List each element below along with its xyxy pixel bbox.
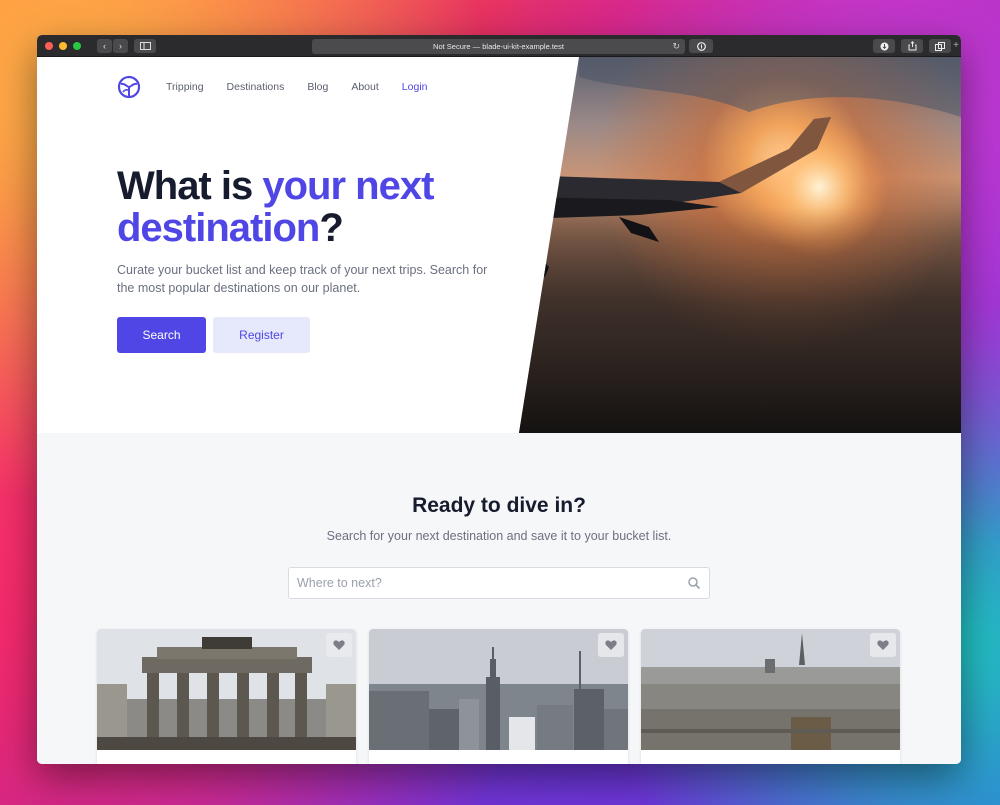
browser-titlebar: ‹ › Not Secure — blade-ui-kit-example.te…	[37, 35, 961, 57]
maximize-window-button[interactable]	[73, 41, 81, 50]
nav-link-blog[interactable]: Blog	[307, 81, 328, 93]
search-button[interactable]: Search	[117, 317, 206, 353]
back-button[interactable]: ‹	[97, 38, 112, 53]
close-window-button[interactable]	[45, 41, 53, 50]
section-subtitle: Search for your next destination and sav…	[326, 529, 672, 543]
download-icon	[880, 42, 888, 50]
dive-in-section: Ready to dive in? Search for your next d…	[37, 433, 961, 764]
downloads-button[interactable]	[873, 39, 895, 53]
heart-icon	[333, 640, 345, 650]
heart-icon	[605, 640, 617, 650]
destination-card[interactable]	[97, 629, 356, 764]
tabs-overview-button[interactable]	[929, 39, 951, 53]
history-buttons: ‹ ›	[97, 38, 128, 53]
new-york-skyline-illustration	[369, 629, 628, 750]
new-tab-button[interactable]: +	[951, 39, 961, 53]
browser-window: ‹ › Not Secure — blade-ui-kit-example.te…	[37, 35, 961, 764]
new-york-skyline-photo	[369, 629, 628, 750]
share-icon	[908, 41, 916, 51]
search-icon[interactable]	[687, 576, 701, 590]
hero-headline: What is your next destination?	[117, 165, 517, 249]
forward-button[interactable]: ›	[113, 38, 128, 53]
sidebar-icon	[139, 41, 151, 50]
hero-subtext: Curate your bucket list and keep track o…	[117, 263, 488, 295]
destination-cards	[97, 629, 900, 764]
section-title: Ready to dive in?	[412, 494, 586, 517]
destination-search-input[interactable]	[289, 568, 687, 598]
extension-icon	[696, 41, 706, 51]
brand-logo-icon[interactable]	[117, 75, 141, 99]
favorite-button[interactable]	[326, 633, 352, 657]
paris-skyline-illustration	[641, 629, 900, 750]
nav-link-destinations[interactable]: Destinations	[227, 81, 285, 93]
destination-card[interactable]	[369, 629, 628, 764]
heart-icon	[877, 640, 889, 650]
address-bar[interactable]: Not Secure — blade-ui-kit-example.test ↻	[312, 39, 685, 54]
web-page: Tripping Destinations Blog About Login W…	[37, 57, 961, 764]
reload-icon[interactable]: ↻	[672, 41, 680, 52]
nav-link-about[interactable]: About	[351, 81, 378, 93]
favorite-button[interactable]	[870, 633, 896, 657]
hero-section: Tripping Destinations Blog About Login W…	[37, 57, 961, 433]
extension-button[interactable]	[689, 39, 713, 53]
top-navigation: Tripping Destinations Blog About Login	[117, 75, 451, 99]
sidebar-toggle-button[interactable]	[134, 38, 156, 53]
brandenburg-gate-illustration	[97, 629, 356, 750]
destination-search-box	[288, 567, 710, 599]
headline-suffix: ?	[319, 206, 343, 250]
toolbar-right	[873, 39, 951, 53]
destination-card[interactable]	[641, 629, 900, 764]
nav-link-login[interactable]: Login	[402, 81, 428, 93]
airplane-wing-photo	[519, 57, 961, 433]
share-button[interactable]	[901, 39, 923, 53]
paris-skyline-photo	[641, 629, 900, 750]
register-button[interactable]: Register	[213, 317, 310, 353]
airplane-wing-illustration	[519, 57, 961, 433]
window-controls	[45, 41, 81, 50]
address-bar-text: Not Secure — blade-ui-kit-example.test	[433, 42, 564, 51]
brandenburg-gate-photo	[97, 629, 356, 750]
tabs-icon	[935, 41, 945, 51]
favorite-button[interactable]	[598, 633, 624, 657]
headline-prefix: What is	[117, 164, 263, 208]
minimize-window-button[interactable]	[59, 41, 67, 50]
nav-link-tripping[interactable]: Tripping	[166, 81, 204, 93]
